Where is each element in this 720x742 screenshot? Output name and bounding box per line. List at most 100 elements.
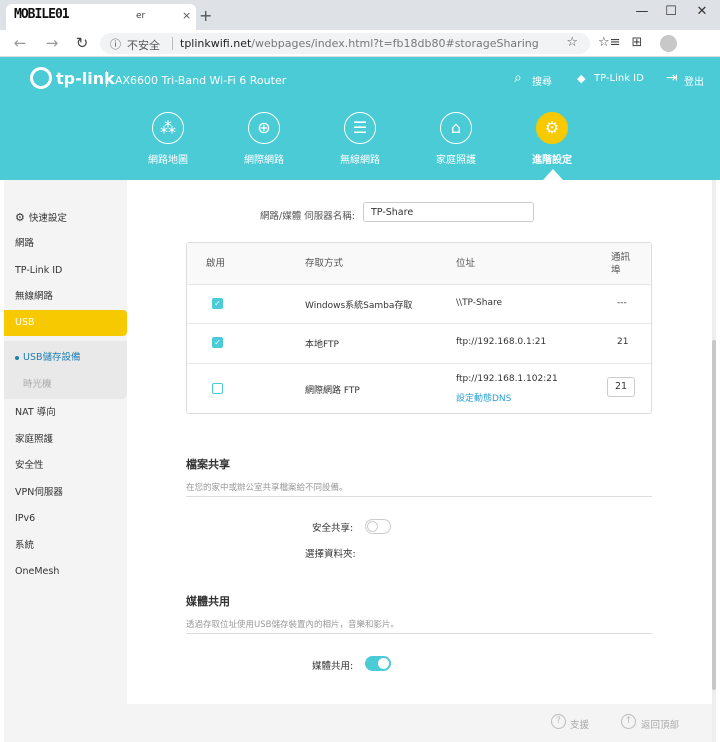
server-name-input[interactable] xyxy=(363,202,534,222)
info-icon[interactable]: ⓘ xyxy=(110,36,121,52)
back-to-top-link[interactable]: 返回頂部 xyxy=(641,717,679,731)
router-header: tp-link AX6600 Tri-Band Wi-Fi 6 Router ⌕… xyxy=(0,57,720,180)
nav-advanced[interactable]: ⚙ 進階設定 xyxy=(512,112,592,166)
sidebar-item-usb[interactable]: USB xyxy=(4,310,127,336)
maximize-icon[interactable]: ☐ xyxy=(661,4,681,19)
media-share-label: 媒體共用: xyxy=(312,661,354,672)
col-enable: 啟用 xyxy=(206,258,226,269)
sidebar-item-vpn[interactable]: VPN伺服器 xyxy=(4,480,127,506)
support-icon[interactable]: ? xyxy=(551,714,566,729)
section-divider xyxy=(186,496,652,497)
tab-title: er xyxy=(136,11,146,21)
sidebar-item-network[interactable]: 網路 xyxy=(4,231,127,257)
tplink-id-icon[interactable]: ◆ xyxy=(577,72,585,85)
method-cell: Windows系統Samba存取 xyxy=(305,301,413,311)
favorites-icon[interactable]: ☆≡ xyxy=(598,35,621,50)
sidebar-item-onemesh[interactable]: OneMesh xyxy=(4,559,127,585)
support-link[interactable]: 支援 xyxy=(570,717,589,731)
network-map-icon: ⁂ xyxy=(152,112,184,144)
globe-icon: ⊕ xyxy=(248,112,280,144)
footer: ? 支援 ↑ 返回頂部 xyxy=(127,704,716,742)
logo-divider xyxy=(106,71,107,87)
sidebar-item-ipv6[interactable]: IPv6 xyxy=(4,506,127,532)
page-scrollbar[interactable] xyxy=(712,180,716,742)
file-share-title: 檔案共享 xyxy=(186,458,230,471)
server-name-label: 網路/媒體 伺服器名稱: xyxy=(260,211,355,222)
secure-share-toggle[interactable] xyxy=(365,519,391,534)
nav-internet[interactable]: ⊕ 網際網路 xyxy=(224,112,304,166)
method-cell: 網際網路 FTP xyxy=(305,386,360,396)
port-input[interactable]: 21 xyxy=(607,377,635,397)
sidebar-item-security[interactable]: 安全性 xyxy=(4,453,127,479)
minimize-icon[interactable]: — xyxy=(632,4,652,19)
sidebar-item-system[interactable]: 系統 xyxy=(4,533,127,559)
active-dot xyxy=(15,355,19,360)
row-divider xyxy=(187,323,651,324)
gear-icon: ⚙ xyxy=(536,112,568,144)
subitem-label: USB儲存設備 xyxy=(23,352,81,363)
nav-label: 進階設定 xyxy=(532,155,572,166)
ddns-link[interactable]: 設定動態DNS xyxy=(456,391,511,404)
main-panel: ⚙ 快速設定 網路 TP-Link ID 無線網路 USB USB儲存設備 時光機… xyxy=(4,180,716,742)
sidebar-item-quick-setup[interactable]: ⚙ 快速設定 xyxy=(4,205,127,231)
toggle-knob xyxy=(367,521,378,532)
nav-network-map[interactable]: ⁂ 網路地圖 xyxy=(128,112,208,166)
nav-label: 網際網路 xyxy=(244,155,284,166)
back-to-top-icon[interactable]: ↑ xyxy=(621,714,636,729)
omnibox-divider xyxy=(172,37,173,50)
sidebar-item-tplink-id[interactable]: TP-Link ID xyxy=(4,258,127,284)
sidebar-item-wireless[interactable]: 無線網路 xyxy=(4,284,127,310)
router-model: AX6600 Tri-Band Wi-Fi 6 Router xyxy=(115,74,287,87)
reload-icon[interactable]: ↻ xyxy=(72,34,92,52)
sidebar-item-nat[interactable]: NAT 導向 xyxy=(4,400,127,426)
active-nav-caret xyxy=(543,169,563,180)
search-icon[interactable]: ⌕ xyxy=(514,70,522,86)
close-tab-icon[interactable]: × xyxy=(182,9,191,22)
enable-checkbox[interactable]: ✓ xyxy=(212,337,223,348)
method-cell: 本地FTP xyxy=(305,340,339,350)
collections-icon[interactable]: ⊞ xyxy=(628,35,646,50)
sidebar-item-home-care[interactable]: 家庭照護 xyxy=(4,427,127,453)
address-cell: ftp://192.168.0.1:21 xyxy=(456,337,547,347)
sidebar-subitem-time-machine[interactable]: 時光機 xyxy=(23,376,52,390)
sidebar-item-label: 快速設定 xyxy=(28,213,67,224)
scrollbar-thumb[interactable] xyxy=(712,340,716,690)
col-address: 位址 xyxy=(456,258,476,269)
toggle-knob xyxy=(378,658,389,669)
logout-link[interactable]: 登出 xyxy=(684,73,704,88)
access-table: 啟用 存取方式 位址 通訊埠 ✓ Windows系統Samba存取 \\TP-S… xyxy=(186,242,652,414)
enable-checkbox[interactable]: ✓ xyxy=(212,298,223,309)
logout-icon[interactable]: ⇥ xyxy=(666,70,678,86)
browser-tab[interactable]: MOBILE01 er × xyxy=(6,4,196,30)
sidebar-submenu: USB儲存設備 時光機 xyxy=(4,341,127,399)
security-status: 不安全 xyxy=(127,39,160,52)
tplink-id-link[interactable]: TP-Link ID xyxy=(594,73,644,84)
url-text[interactable]: tplinkwifi.net/webpages/index.html?t=fb1… xyxy=(180,37,539,50)
back-icon[interactable]: ← xyxy=(10,34,30,52)
content-area: 網路/媒體 伺服器名稱: 啟用 存取方式 位址 通訊埠 ✓ Windows系統S… xyxy=(127,180,716,742)
address-bar[interactable]: ⓘ 不安全 tplinkwifi.net/webpages/index.html… xyxy=(100,33,590,54)
url-host: tplinkwifi.net xyxy=(180,37,252,50)
browser-toolbar: ← → ↻ ⓘ 不安全 tplinkwifi.net/webpages/inde… xyxy=(0,30,720,57)
wifi-icon: ☰ xyxy=(344,112,376,144)
tplink-logo-icon xyxy=(30,67,52,89)
close-window-icon[interactable]: ✕ xyxy=(692,4,712,19)
nav-home-care[interactable]: ⌂ 家庭照護 xyxy=(416,112,496,166)
site-logo: MOBILE01 xyxy=(14,7,70,22)
file-share-desc: 在您的家中或辦公室共享檔案給不同設備。 xyxy=(186,483,348,493)
profile-avatar[interactable] xyxy=(660,35,677,52)
nav-label: 家庭照護 xyxy=(436,155,476,166)
media-share-toggle[interactable] xyxy=(365,656,391,671)
col-method: 存取方式 xyxy=(305,258,344,269)
media-share-desc: 透過存取位址使用USB儲存裝置內的相片，音樂和影片。 xyxy=(186,620,399,630)
col-port: 通訊埠 xyxy=(611,252,631,276)
forward-icon[interactable]: → xyxy=(42,34,62,52)
row-divider xyxy=(187,363,651,364)
enable-checkbox[interactable] xyxy=(212,383,223,394)
star-icon[interactable]: ☆ xyxy=(566,35,578,50)
address-cell: \\TP-Share xyxy=(456,298,503,308)
new-tab-icon[interactable]: + xyxy=(199,6,212,25)
search-link[interactable]: 搜尋 xyxy=(532,73,552,88)
sidebar-subitem-usb-storage[interactable]: USB儲存設備 xyxy=(15,349,81,363)
nav-wireless[interactable]: ☰ 無線網路 xyxy=(320,112,400,166)
